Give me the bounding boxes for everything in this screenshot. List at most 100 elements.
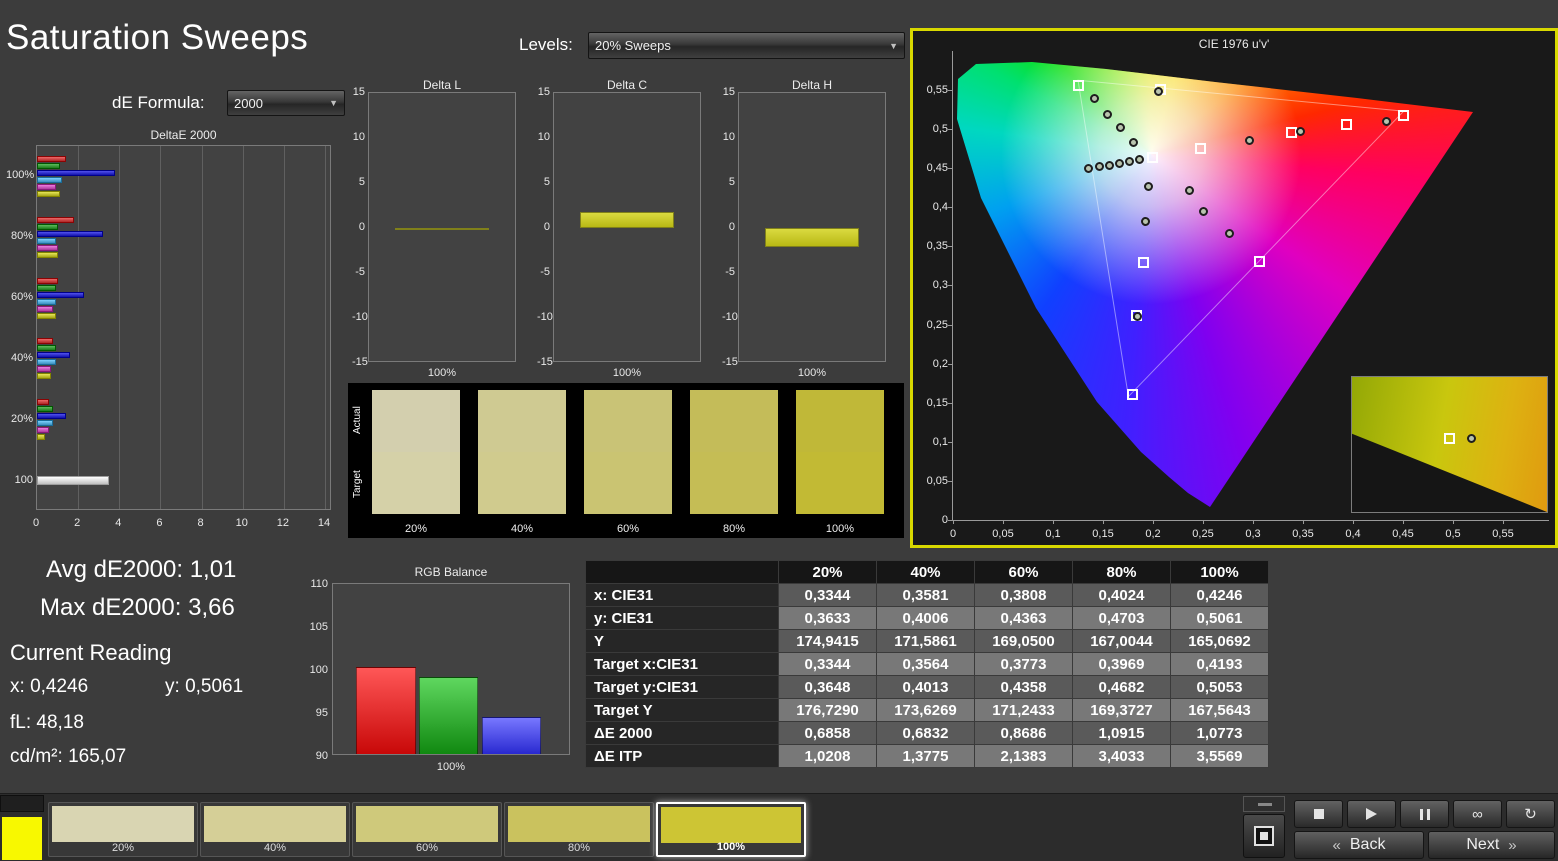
axis-tick — [1053, 520, 1054, 524]
deltae-bar — [37, 169, 116, 176]
axis-tick-label: 14 — [317, 517, 331, 529]
axis-tick-label: 0,35 — [1292, 528, 1314, 540]
back-button[interactable]: « Back — [1294, 831, 1424, 859]
back-chevron-icon: « — [1332, 836, 1341, 854]
max-de2000-label: Max dE2000: — [40, 594, 182, 621]
rgb-bar-green — [419, 676, 478, 754]
transport-play-button[interactable] — [1347, 800, 1396, 828]
deltae2000-chart: DeltaE 2000 0 2 4 6 8 10 12 14 100% 80% 60% 40% 20% 1… — [6, 126, 342, 538]
table-cell: 3,4033 — [1072, 744, 1171, 768]
swatch-strip: Actual Target 20% 40% 60% 80% 100% — [348, 383, 904, 538]
deltae-bar — [37, 476, 109, 486]
deltae-bar — [37, 244, 58, 251]
transport-loop-button[interactable]: ↻ — [1506, 800, 1555, 828]
deltae-bar — [37, 345, 56, 352]
transport-continuous-button[interactable]: ∞ — [1453, 800, 1502, 828]
axis-tick-label: 5 — [543, 176, 550, 188]
table-column-header: 60% — [974, 560, 1073, 584]
axis-tick — [1303, 520, 1304, 524]
deltae-bar — [37, 427, 50, 434]
x-value: 0,4246 — [30, 676, 89, 697]
bottom-bar: « Back Next » 20% 40% 60% 80% 100% ∞ ↻ — [0, 793, 1558, 861]
grid-line — [160, 146, 162, 509]
next-button[interactable]: Next » — [1428, 831, 1555, 859]
patch-color — [204, 806, 346, 842]
table-row-label: Y — [585, 629, 779, 653]
cdm2-label: cd/m²: — [10, 746, 63, 767]
axis-tick — [1203, 520, 1204, 524]
swatch-row-label-actual: Actual — [352, 406, 363, 434]
table-cell: 0,3969 — [1072, 652, 1171, 676]
axis-tick-label: 10 — [537, 131, 550, 143]
cie-measured-marker — [1143, 181, 1153, 191]
axis-tick — [1153, 520, 1154, 524]
levels-dropdown-value: 20% Sweeps — [595, 38, 671, 53]
transport-stop-button[interactable] — [1294, 800, 1343, 828]
table-row-label: x: CIE31 — [585, 583, 779, 607]
axis-tick — [1003, 520, 1004, 524]
patch-button-40%[interactable]: 40% — [200, 802, 350, 857]
table-row: Target Y 176,7290 173,6269 171,2433 169,3727… — [585, 698, 1269, 722]
cie-diagram-title: CIE 1976 u'v' — [1198, 37, 1270, 51]
patch-button-60%[interactable]: 60% — [352, 802, 502, 857]
table-cell: 0,3581 — [876, 583, 975, 607]
axis-tick-label: 100% — [6, 169, 35, 182]
transport-pause-button[interactable] — [1400, 800, 1449, 828]
cie-measured-marker — [1184, 186, 1194, 196]
cie-zoom-inset — [1351, 376, 1548, 513]
deltae2000-chart-title: DeltaE 2000 — [150, 128, 217, 142]
gamut-triangle-outline — [1077, 79, 1405, 398]
cie-measured-marker — [1114, 158, 1124, 168]
patch-panel-handle[interactable] — [0, 795, 44, 812]
patch-label: 80% — [567, 842, 591, 854]
cie-measured-marker — [1128, 137, 1138, 147]
swatch-row-label-target: Target — [352, 470, 363, 498]
swatch-actual — [796, 390, 884, 452]
cie-measured-marker — [1381, 116, 1391, 126]
patch-button-100%[interactable]: 100% — [656, 802, 806, 857]
stop-icon — [1313, 809, 1324, 819]
de-formula-dropdown[interactable]: 2000 ▼ — [227, 90, 345, 116]
axis-tick-label: 5 — [358, 176, 365, 188]
patch-window-toggle-button[interactable] — [1243, 814, 1285, 858]
deltae-bar — [37, 176, 62, 183]
cie-target-marker — [1126, 389, 1138, 401]
cie-target-marker — [1253, 255, 1265, 267]
deltae-bar — [37, 373, 52, 380]
axis-tick-label: 100 — [309, 664, 328, 676]
current-reading-cdm2: cd/m²: 165,07 — [10, 746, 126, 768]
levels-dropdown[interactable]: 20% Sweeps ▼ — [588, 32, 905, 59]
deltae-bar — [37, 190, 60, 197]
de-formula-label: dE Formula: — [112, 93, 205, 112]
cie-target-marker — [1072, 79, 1084, 91]
deltae-bar — [37, 223, 58, 230]
current-reading-title: Current Reading — [10, 640, 172, 665]
fl-label: fL: — [10, 712, 32, 733]
swatch-item-60%: 60% — [584, 390, 672, 535]
axis-tick-label: 0,5 — [1445, 528, 1461, 540]
table-cell: 1,0208 — [778, 744, 877, 768]
table-cell: 0,3564 — [876, 652, 975, 676]
delta-c-x-label: 100% — [612, 367, 642, 379]
cie-measured-marker — [1134, 155, 1144, 165]
cie-measured-marker — [1140, 216, 1150, 226]
axis-tick-label: 20% — [10, 412, 33, 425]
table-corner-cell — [585, 560, 779, 584]
axis-tick-label: 0,45 — [926, 162, 948, 175]
patch-label: 20% — [111, 842, 135, 854]
patch-button-20%[interactable]: 20% — [48, 802, 198, 857]
results-table: 20% 40% 60% 80% 100% x: CIE31 0,3344 0,3581 0,38… — [585, 560, 1269, 768]
patch-window-options-button[interactable] — [1243, 796, 1285, 812]
cie-inset-measured-marker — [1467, 434, 1476, 443]
delta-bar — [394, 228, 490, 230]
axis-tick-label: 0,5 — [932, 123, 948, 136]
table-column-header: 100% — [1170, 560, 1269, 584]
deltae-bar — [37, 434, 46, 441]
axis-tick-label: 40% — [10, 351, 33, 364]
table-row-label: Target y:CIE31 — [585, 675, 779, 699]
delta-h-chart-title: Delta H — [791, 78, 832, 92]
patch-button-80%[interactable]: 80% — [504, 802, 654, 857]
table-cell: 0,6858 — [778, 721, 877, 745]
swatch-target — [796, 452, 884, 514]
table-cell: 1,3775 — [876, 744, 975, 768]
